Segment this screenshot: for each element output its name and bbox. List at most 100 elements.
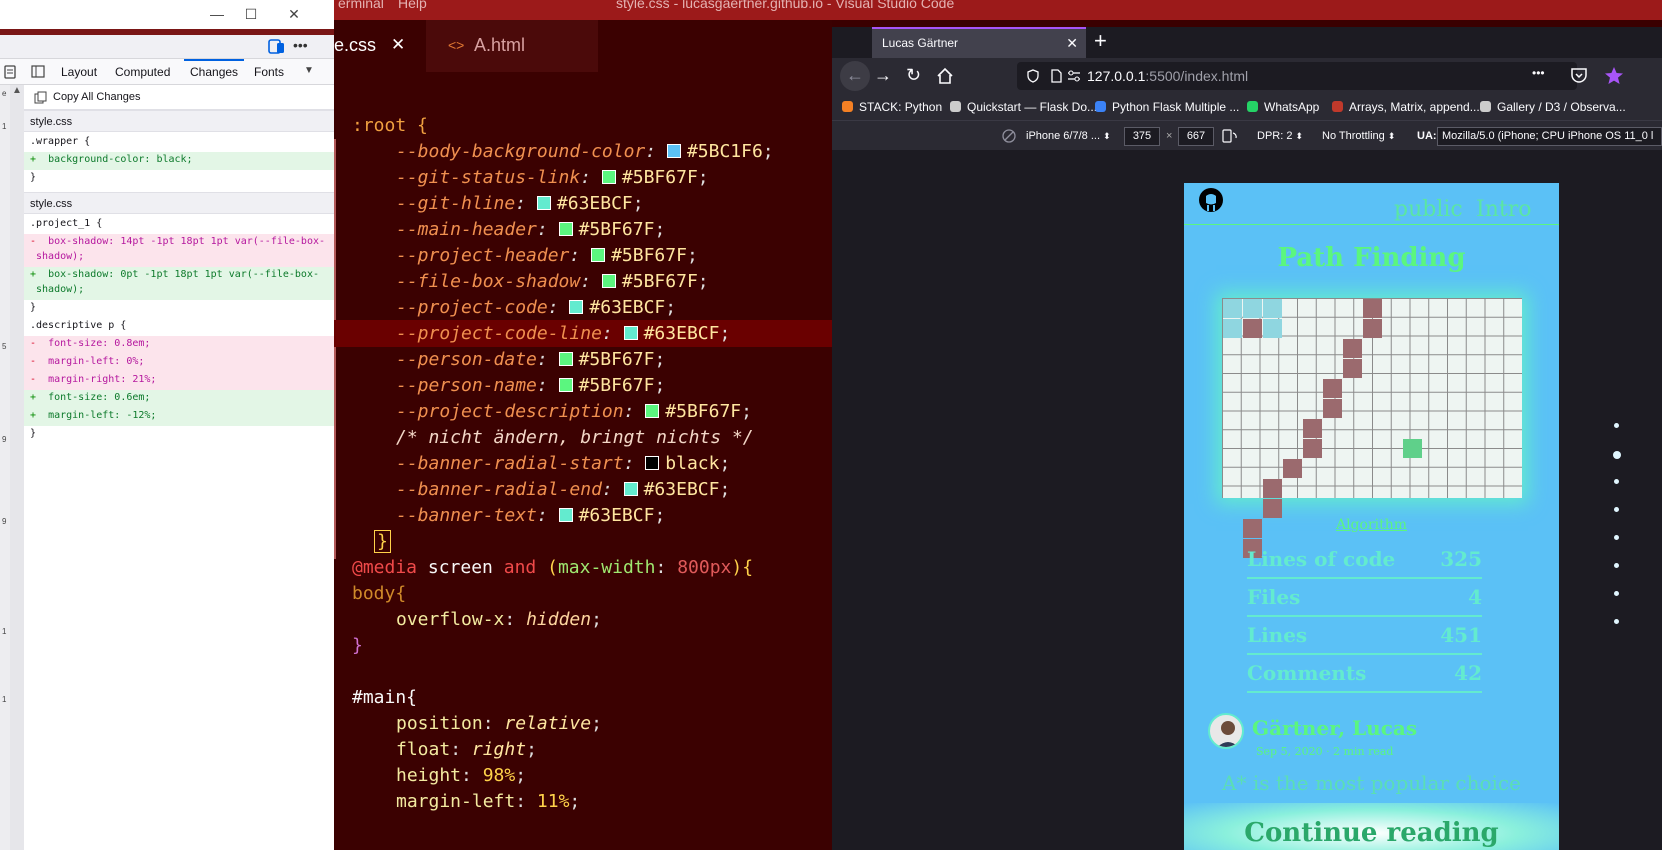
home-icon[interactable]	[936, 67, 954, 85]
close-tab-icon[interactable]: ✕	[1066, 29, 1078, 57]
tab-changes[interactable]: Changes	[184, 59, 245, 85]
section-nav-dot[interactable]	[1614, 479, 1619, 484]
code-line-comment: /* nicht ändern, bringt nichts */	[396, 427, 754, 448]
maximize-button[interactable]: ☐	[240, 4, 262, 24]
page-info-icon[interactable]	[1051, 69, 1062, 83]
section-nav-dot[interactable]	[1614, 535, 1619, 540]
color-swatch[interactable]	[601, 170, 616, 184]
wall-cell[interactable]	[1343, 339, 1362, 358]
section-nav-dot[interactable]	[1613, 451, 1621, 459]
algorithm-link[interactable]: Algorithm	[1184, 517, 1559, 533]
color-swatch[interactable]	[623, 482, 638, 496]
minimize-button[interactable]: —	[206, 4, 228, 24]
close-button[interactable]: ✕	[283, 4, 305, 24]
bookmark-item[interactable]: Arrays, Matrix, append...	[1332, 94, 1480, 120]
page-icon[interactable]	[4, 65, 16, 79]
forward-button[interactable]: →	[874, 61, 892, 89]
viewport-width-input[interactable]: 375	[1124, 127, 1160, 146]
throttling-selector[interactable]: No Throttling ⬍	[1322, 121, 1395, 151]
wall-cell[interactable]	[1303, 439, 1322, 458]
menu-help[interactable]: Help	[398, 0, 427, 10]
code-line-var: --person-name: #5BF67F;	[396, 375, 666, 396]
start-area-cell[interactable]	[1263, 299, 1282, 318]
viewport-height-input[interactable]: 667	[1178, 127, 1214, 146]
wall-cell[interactable]	[1283, 459, 1302, 478]
bookmark-item[interactable]: Quickstart — Flask Do...	[950, 94, 1097, 120]
permissions-icon[interactable]	[1067, 70, 1081, 82]
start-area-cell[interactable]	[1243, 299, 1262, 318]
removed-line: - margin-right: 21%;	[24, 372, 334, 390]
touch-simulation-icon[interactable]	[1002, 129, 1016, 143]
start-area-cell[interactable]	[1223, 319, 1242, 338]
more-options-icon[interactable]: •••	[293, 37, 308, 53]
tab-a-html[interactable]: <> A.html	[426, 20, 598, 72]
color-swatch[interactable]	[536, 196, 551, 210]
start-area-cell[interactable]	[1223, 299, 1242, 318]
bookmark-item[interactable]: Gallery / D3 / Observa...	[1480, 94, 1626, 120]
dpr-selector[interactable]: DPR: 2 ⬍	[1257, 121, 1303, 151]
wall-cell[interactable]	[1263, 499, 1282, 518]
github-icon[interactable]	[1198, 187, 1224, 213]
wall-cell[interactable]	[1363, 299, 1382, 318]
color-swatch[interactable]	[645, 404, 660, 418]
copy-all-changes-button[interactable]: Copy All Changes	[24, 85, 334, 110]
post-date: Sep 5, 2020 · 2 min read	[1256, 745, 1394, 758]
changed-file-header[interactable]: style.css	[24, 110, 334, 132]
color-swatch[interactable]	[569, 300, 584, 314]
wall-cell[interactable]	[1323, 399, 1342, 418]
continue-reading-button[interactable]: Continue reading	[1184, 803, 1559, 850]
code-editor[interactable]: :root {--body-background-color: #5BC1F6;…	[334, 72, 832, 850]
chevron-down-icon[interactable]: ▼	[304, 65, 314, 76]
section-nav-dot[interactable]	[1614, 507, 1619, 512]
new-tab-button[interactable]: +	[1094, 27, 1107, 55]
bookmark-item[interactable]: STACK: Python	[842, 94, 942, 120]
device-selector[interactable]: iPhone 6/7/8 ... ⬍	[1026, 121, 1111, 151]
extension-star-icon[interactable]	[1604, 66, 1624, 85]
start-area-cell[interactable]	[1263, 319, 1282, 338]
context-line: }	[30, 428, 37, 439]
section-nav-dot[interactable]	[1614, 619, 1619, 624]
tab-layout[interactable]: Layout	[61, 59, 97, 85]
nav-link-public[interactable]: public	[1394, 197, 1463, 222]
nav-link-intro[interactable]: Intro	[1476, 197, 1531, 222]
color-swatch[interactable]	[645, 456, 660, 470]
wall-cell[interactable]	[1343, 359, 1362, 378]
wall-cell[interactable]	[1323, 379, 1342, 398]
color-swatch[interactable]	[558, 222, 573, 236]
reload-button[interactable]: ↻	[906, 61, 921, 89]
browser-tab[interactable]: Lucas Gärtner ✕	[872, 27, 1086, 58]
section-nav-dot[interactable]	[1614, 563, 1619, 568]
color-swatch[interactable]	[558, 508, 573, 522]
pocket-icon[interactable]	[1570, 67, 1588, 84]
page-actions-icon[interactable]: •••	[1532, 66, 1545, 80]
bookmark-item[interactable]: WhatsApp	[1247, 94, 1319, 120]
wall-cell[interactable]	[1243, 319, 1262, 338]
changed-file-header[interactable]: style.css	[24, 192, 334, 214]
color-swatch[interactable]	[601, 274, 616, 288]
tab-style-css[interactable]: e.css ✕	[334, 20, 426, 72]
scroll-up-icon[interactable]: ▲	[12, 85, 22, 96]
goal-cell[interactable]	[1403, 439, 1422, 458]
rotate-viewport-icon[interactable]	[1222, 129, 1238, 143]
section-nav-dot[interactable]	[1614, 591, 1619, 596]
sidebar-toggle-icon[interactable]	[31, 65, 45, 78]
color-swatch[interactable]	[666, 144, 681, 158]
color-swatch[interactable]	[591, 248, 606, 262]
url-bar[interactable]: 127.0.0.1:5500/index.html	[1017, 62, 1577, 90]
section-nav-dot[interactable]	[1614, 423, 1619, 428]
back-button[interactable]: ←	[840, 61, 870, 91]
bookmark-item[interactable]: Python Flask Multiple ...	[1095, 94, 1239, 120]
tab-fonts[interactable]: Fonts	[254, 59, 284, 85]
wall-cell[interactable]	[1263, 479, 1282, 498]
color-swatch[interactable]	[623, 326, 638, 340]
wall-cell[interactable]	[1363, 319, 1382, 338]
responsive-design-icon[interactable]	[268, 38, 286, 55]
user-agent-input[interactable]: Mozilla/5.0 (iPhone; CPU iPhone OS 11_0 …	[1437, 127, 1662, 146]
close-icon[interactable]: ✕	[391, 20, 405, 70]
color-swatch[interactable]	[558, 352, 573, 366]
color-swatch[interactable]	[558, 378, 573, 392]
tab-computed[interactable]: Computed	[115, 59, 170, 85]
menu-terminal[interactable]: erminal	[338, 0, 384, 10]
wall-cell[interactable]	[1303, 419, 1322, 438]
stat-row: Comments 42	[1247, 657, 1482, 693]
